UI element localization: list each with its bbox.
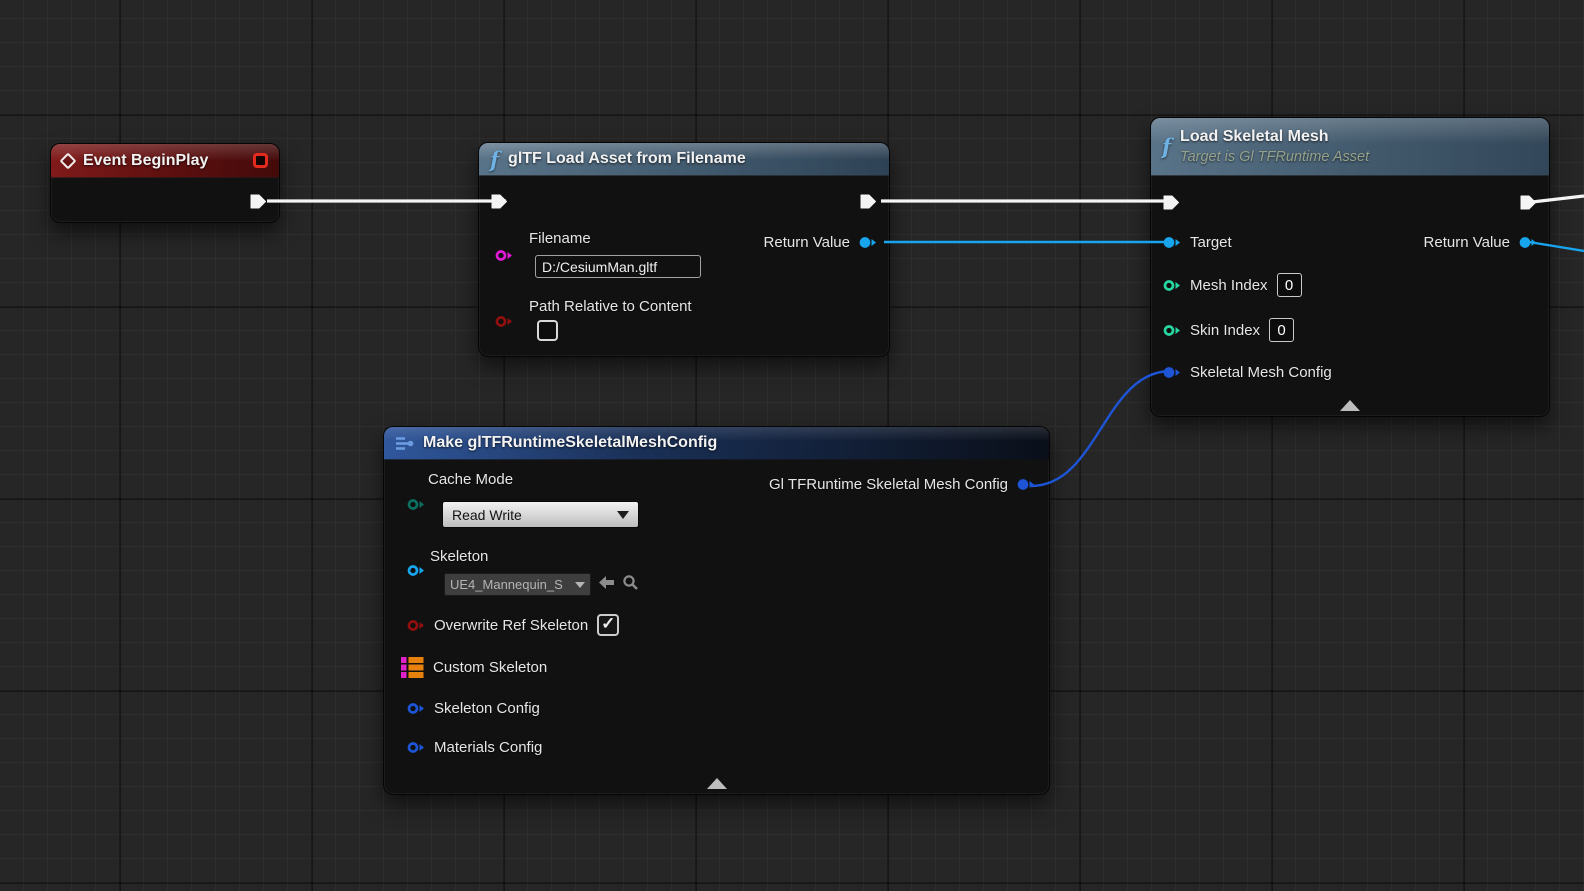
- pin-label-materials-config: Materials Config: [434, 739, 543, 756]
- overwrite-ref-skeleton-pin[interactable]: [407, 619, 425, 632]
- function-f-icon: f: [490, 146, 500, 172]
- output-config-row: Gl TFRuntime Skeletal Mesh Config: [769, 476, 1035, 493]
- skeleton-pin-row: [407, 564, 425, 577]
- collapse-node-arrow[interactable]: [706, 778, 727, 789]
- browse-to-asset-icon[interactable]: [622, 574, 639, 591]
- pin-label-overwrite-ref-skeleton: Overwrite Ref Skeleton: [434, 616, 589, 634]
- node-header[interactable]: f glTF Load Asset from Filename: [479, 143, 889, 176]
- pin-label-return-value: Return Value: [1423, 234, 1510, 251]
- node-event-beginplay[interactable]: Event BeginPlay: [50, 143, 280, 223]
- pin-label-cache-mode: Cache Mode: [428, 471, 514, 488]
- materials-config-pin[interactable]: [407, 741, 425, 754]
- skin-index-value-box[interactable]: 0: [1269, 318, 1295, 342]
- exec-out-row: [860, 193, 877, 210]
- return-value-row: Return Value: [1424, 234, 1537, 251]
- cache-mode-pin-row: [407, 498, 425, 511]
- node-make-gltfruntime-skeletalmeshconfig[interactable]: Make glTFRuntimeSkeletalMeshConfig Gl TF…: [383, 426, 1050, 795]
- mesh-index-pin[interactable]: [1163, 279, 1181, 292]
- pin-label-mesh-index: Mesh Index: [1190, 276, 1268, 294]
- exec-out-row: [1520, 194, 1537, 211]
- mesh-index-value-box[interactable]: 0: [1276, 273, 1302, 297]
- cache-mode-value: Read Write: [452, 506, 522, 523]
- collapse-node-arrow[interactable]: [1340, 400, 1360, 411]
- exec-in-row: [1163, 194, 1180, 211]
- skeleton-pin[interactable]: [407, 564, 425, 577]
- exec-out-pin[interactable]: [250, 193, 267, 210]
- pin-label-skeleton-config: Skeleton Config: [434, 700, 540, 717]
- filename-pin-row: [495, 249, 513, 262]
- skeleton-config-row: Skeleton Config: [407, 700, 540, 717]
- blueprint-graph-canvas[interactable]: Event BeginPlay f glTF Load Asset from F…: [0, 0, 1584, 891]
- event-diamond-icon: [59, 152, 77, 169]
- cache-mode-pin[interactable]: [407, 498, 425, 511]
- node-title: Event BeginPlay: [83, 151, 209, 169]
- cache-mode-dropdown[interactable]: Read Write: [442, 501, 639, 528]
- node-header[interactable]: Event BeginPlay: [51, 144, 279, 178]
- overwrite-ref-skeleton-row: Overwrite Ref Skeleton ✓: [407, 614, 620, 636]
- red-square-marker-icon: [253, 153, 268, 168]
- function-f-icon: f: [1162, 134, 1172, 159]
- node-title: Make glTFRuntimeSkeletalMeshConfig: [423, 434, 718, 451]
- exec-in-pin[interactable]: [491, 193, 508, 210]
- node-load-skeletal-mesh[interactable]: f Load Skeletal Mesh Target is Gl TFRunt…: [1150, 117, 1550, 417]
- exec-in-pin[interactable]: [1163, 194, 1180, 211]
- skeletal-mesh-config-pin[interactable]: [1163, 366, 1181, 379]
- path-relative-bool-pin[interactable]: [495, 315, 513, 328]
- chevron-down-icon: [617, 510, 629, 519]
- exec-in-row: [491, 193, 508, 210]
- path-relative-pin-row: [495, 315, 513, 328]
- target-pin[interactable]: [1163, 236, 1181, 249]
- make-struct-icon: [396, 436, 414, 450]
- overwrite-ref-skeleton-checkbox[interactable]: ✓: [597, 614, 620, 636]
- skeletal-mesh-config-row: Skeletal Mesh Config: [1163, 364, 1332, 381]
- filename-string-pin[interactable]: [495, 249, 513, 262]
- return-value-pin[interactable]: [859, 236, 877, 249]
- pin-label-skin-index: Skin Index: [1190, 321, 1261, 339]
- pin-label-target: Target: [1190, 234, 1232, 251]
- pin-label-skeletal-mesh-config: Skeletal Mesh Config: [1190, 364, 1332, 381]
- pin-label-return-value: Return Value: [763, 234, 850, 251]
- exec-out-pin[interactable]: [1520, 194, 1537, 211]
- map-pin-icon[interactable]: [401, 656, 424, 679]
- pin-label-filename: Filename: [529, 230, 591, 247]
- materials-config-row: Materials Config: [407, 739, 542, 756]
- exec-out-pin[interactable]: [860, 193, 877, 210]
- node-title: Load Skeletal Mesh: [1180, 127, 1329, 145]
- use-selected-asset-icon[interactable]: [598, 575, 615, 590]
- exec-out-row: [250, 193, 267, 210]
- skeleton-asset-dropdown[interactable]: UE4_Mannequin_S: [444, 573, 591, 596]
- node-title: glTF Load Asset from Filename: [508, 150, 746, 167]
- return-value-pin[interactable]: [1519, 236, 1537, 249]
- pin-label-custom-skeleton: Custom Skeleton: [433, 659, 548, 676]
- output-config-pin[interactable]: [1017, 478, 1035, 491]
- pin-label-path-relative: Path Relative to Content: [529, 298, 692, 315]
- mesh-index-row: Mesh Index 0: [1163, 273, 1302, 297]
- node-header[interactable]: f Load Skeletal Mesh Target is Gl TFRunt…: [1151, 118, 1549, 176]
- skeleton-config-pin[interactable]: [407, 702, 425, 715]
- pin-label-skeleton: Skeleton: [430, 548, 489, 565]
- path-relative-checkbox[interactable]: [537, 320, 558, 341]
- custom-skeleton-row: Custom Skeleton: [401, 656, 547, 679]
- chevron-down-icon: [575, 581, 585, 588]
- skeleton-asset-value: UE4_Mannequin_S: [450, 577, 563, 592]
- node-gltf-load-asset-from-filename[interactable]: f glTF Load Asset from Filename Filename…: [478, 142, 890, 357]
- filename-input[interactable]: [535, 255, 701, 278]
- node-subtitle: Target is Gl TFRuntime Asset: [1180, 148, 1370, 165]
- skin-index-pin[interactable]: [1163, 324, 1181, 337]
- skin-index-row: Skin Index 0: [1163, 318, 1295, 342]
- return-value-row: Return Value: [764, 234, 877, 251]
- node-header[interactable]: Make glTFRuntimeSkeletalMeshConfig: [384, 427, 1049, 460]
- pin-label-output-config: Gl TFRuntime Skeletal Mesh Config: [769, 476, 1008, 493]
- target-pin-row: Target: [1163, 234, 1232, 251]
